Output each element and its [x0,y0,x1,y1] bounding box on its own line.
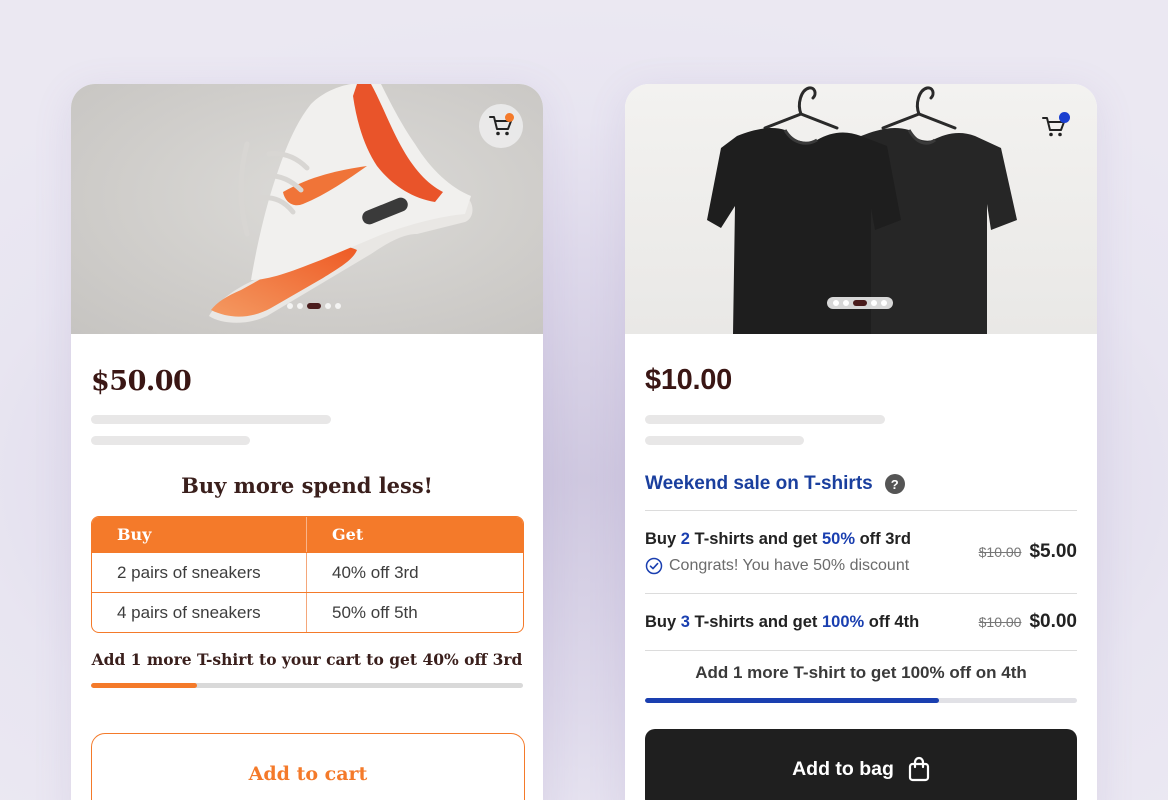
column-header-buy: Buy [92,517,307,552]
promo-title: Buy more spend less! [181,473,433,498]
product-card-sneaker: $50.00 Buy more spend less! Buy Get 2 pa… [71,84,543,800]
cell-buy: 4 pairs of sneakers [92,593,307,632]
sale-title[interactable]: Weekend sale on T-shirts [645,473,873,495]
tier-text-part: off 3rd [855,529,911,548]
cart-badge [1059,112,1070,123]
pager-dot[interactable] [881,300,887,306]
divider [645,650,1077,651]
congrats-message: Congrats! You have 50% discount [645,557,911,575]
add-to-bag-button[interactable]: Add to bag [645,729,1077,800]
tier-text-part: T-shirts and get [689,529,822,548]
product-card-tshirt: $10.00 Weekend sale on T-shirts ? Buy 2 … [625,84,1097,800]
table-row: 4 pairs of sneakers 50% off 5th [92,592,523,632]
image-pager[interactable] [281,300,347,312]
table-header: Buy Get [92,517,523,552]
progress-message: Add 1 more T-shirt to your cart to get 4… [91,650,523,669]
progress-bar-fill [645,698,939,703]
table-row: 2 pairs of sneakers 40% off 3rd [92,552,523,592]
discounted-price: $0.00 [1029,611,1077,632]
product-image-tshirts[interactable] [625,84,1097,334]
tier-quantity: 3 [680,612,690,631]
product-price: $10.00 [645,364,732,396]
discounted-price: $5.00 [1029,541,1077,562]
column-header-get: Get [332,525,364,544]
pager-dot-active[interactable] [853,300,867,306]
pager-dot[interactable] [843,300,849,306]
tier-text-part: Buy [645,612,681,631]
add-to-bag-label: Add to bag [792,757,894,780]
tier-row: Buy 3 T-shirts and get 100% off 4th $10.… [645,594,1077,650]
cart-badge [505,113,514,122]
tier-text-part: Buy [645,529,681,548]
progress-bar [645,698,1077,703]
placeholder-line [645,415,885,424]
progress-bar [91,683,523,688]
placeholder-line [645,436,804,445]
discount-table: Buy Get 2 pairs of sneakers 40% off 3rd … [91,516,524,633]
tier-price: $10.00 $0.00 [979,611,1077,633]
tier-percent: 50% [821,529,856,548]
tier-quantity: 2 [680,529,690,548]
tier-description: Buy 3 T-shirts and get 100% off 4th [645,613,919,632]
sale-header: Weekend sale on T-shirts ? [645,473,1077,495]
cart-button[interactable] [1039,112,1070,142]
check-circle-icon [645,557,663,574]
tier-text-part: off 4th [864,612,920,631]
progress-bar-fill [91,683,197,688]
original-price: $10.00 [978,544,1022,560]
pager-dot[interactable] [325,303,331,309]
cart-button[interactable] [479,104,523,148]
progress-message: Add 1 more T-shirt to get 100% off on 4t… [695,663,1027,682]
cell-get: 50% off 5th [332,602,418,622]
placeholder-line [91,415,331,424]
pager-dot[interactable] [833,300,839,306]
cell-buy: 2 pairs of sneakers [92,553,307,592]
tier-description: Buy 2 T-shirts and get 50% off 3rd [645,530,911,549]
pager-dot-active[interactable] [307,303,321,309]
original-price: $10.00 [978,614,1022,630]
placeholder-line [91,436,250,445]
image-pager[interactable] [827,297,893,309]
pager-dot[interactable] [287,303,293,309]
congrats-text: Congrats! You have 50% discount [669,556,910,574]
product-price: $50.00 [91,366,192,397]
pager-dot[interactable] [297,303,303,309]
tier-row: Buy 2 T-shirts and get 50% off 3rd Congr… [645,511,1077,593]
tier-percent: 100% [821,612,865,631]
shopping-bag-icon [908,756,930,782]
tier-text-part: T-shirts and get [689,612,822,631]
sneaker-photo [209,84,473,323]
pager-dot[interactable] [871,300,877,306]
pager-dot[interactable] [335,303,341,309]
tier-price: $10.00 $5.00 [979,541,1077,563]
add-to-cart-button[interactable]: Add to cart [91,733,525,800]
help-icon[interactable]: ? [884,474,905,494]
cell-get: 40% off 3rd [332,562,419,582]
product-image-sneaker[interactable] [71,84,543,334]
